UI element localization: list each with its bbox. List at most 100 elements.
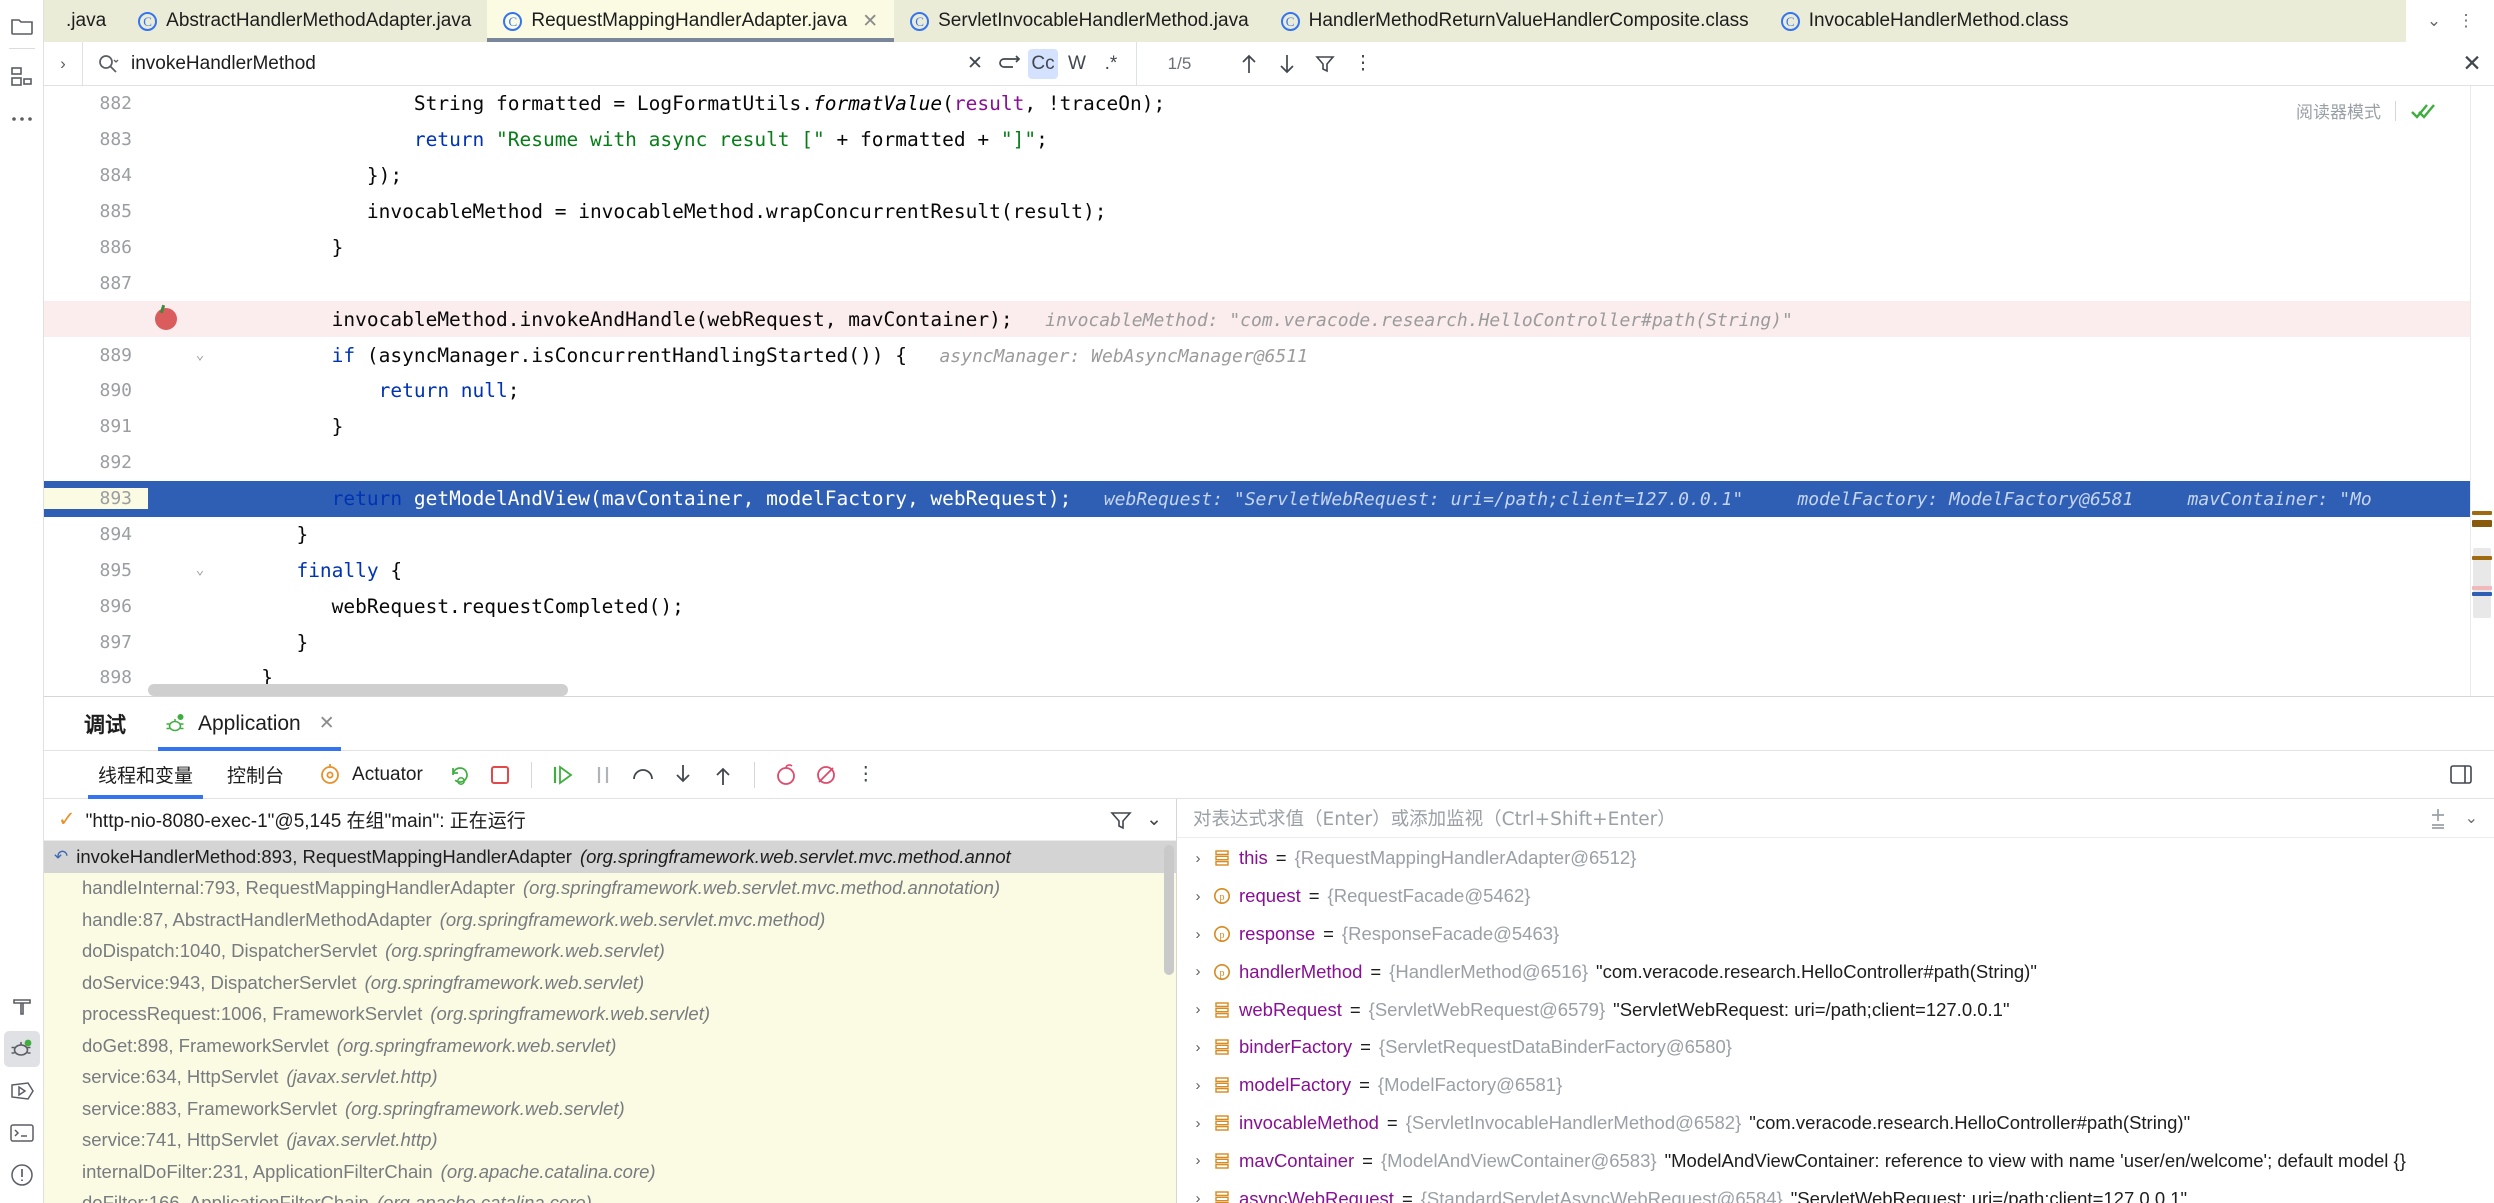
variable-row[interactable]: › asyncWebRequest = {StandardServletAsync… bbox=[1177, 1180, 2494, 1203]
variable-row[interactable]: › webRequest = {ServletWebRequest@6579} "… bbox=[1177, 991, 2494, 1029]
variables-chevron-down-icon[interactable]: ⌄ bbox=[2465, 808, 2478, 828]
variable-row[interactable]: › p handlerMethod = {HandlerMethod@6516} "… bbox=[1177, 953, 2494, 991]
find-input-wrapper[interactable]: invokeHandlerMethod ✕ Cc W .* bbox=[82, 41, 1136, 86]
editor-tab-0[interactable]: .java bbox=[44, 0, 123, 42]
code-text[interactable]: if (asyncManager.isConcurrentHandlingSta… bbox=[226, 344, 2494, 367]
frames-list[interactable]: ↶ invokeHandlerMethod:893, RequestMapping… bbox=[44, 841, 1176, 1203]
find-next-icon[interactable] bbox=[1272, 49, 1302, 79]
variable-row[interactable]: › p response = {ResponseFacade@5463} bbox=[1177, 915, 2494, 953]
regex-toggle[interactable]: .* bbox=[1096, 49, 1126, 79]
tab-options-icon[interactable]: ⋮ bbox=[2452, 7, 2480, 35]
variable-row[interactable]: › this = {RequestMappingHandlerAdapter@65… bbox=[1177, 840, 2494, 878]
debug-subtab-actuator[interactable]: Actuator bbox=[304, 751, 437, 799]
code-line-893[interactable]: 893 return getModelAndView(mavContainer,… bbox=[44, 480, 2494, 517]
problems-icon[interactable] bbox=[4, 1157, 40, 1193]
stack-frame-row[interactable]: handleInternal:793, RequestMappingHandle… bbox=[44, 873, 1176, 905]
code-line-884[interactable]: 884 }); bbox=[44, 158, 2494, 194]
code-text[interactable]: return getModelAndView(mavContainer, mod… bbox=[226, 487, 2494, 510]
stack-frame-row[interactable]: doFilter:166, ApplicationFilterChain (or… bbox=[44, 1188, 1176, 1203]
evaluate-expression-row[interactable]: 对表达式求值（Enter）或添加监视（Ctrl+Shift+Enter） ⌄ bbox=[1177, 799, 2494, 838]
editor-horizontal-scrollbar[interactable] bbox=[148, 684, 568, 696]
mute-breakpoints-icon[interactable] bbox=[809, 758, 843, 792]
close-find-icon[interactable]: ✕ bbox=[2450, 50, 2494, 77]
variable-row[interactable]: › invocableMethod = {ServletInvocableHand… bbox=[1177, 1104, 2494, 1142]
stack-frame-row[interactable]: service:741, HttpServlet (javax.servlet.… bbox=[44, 1125, 1176, 1157]
stack-frame-row[interactable]: doService:943, DispatcherServlet (org.sp… bbox=[44, 967, 1176, 999]
expand-find-icon[interactable]: › bbox=[44, 54, 82, 74]
code-text[interactable]: String formatted = LogFormatUtils.format… bbox=[226, 92, 2494, 115]
editor-tab-3[interactable]: C ServletInvocableHandlerMethod.java bbox=[894, 0, 1265, 42]
thread-chevron-down-icon[interactable]: ⌄ bbox=[1146, 808, 1162, 831]
editor-tab-1[interactable]: C AbstractHandlerMethodAdapter.java bbox=[122, 0, 488, 42]
code-text[interactable]: invocableMethod = invocableMethod.wrapCo… bbox=[226, 200, 2494, 223]
variable-row[interactable]: › mavContainer = {ModelAndViewContainer@6… bbox=[1177, 1142, 2494, 1180]
code-text[interactable]: finally { bbox=[226, 559, 2494, 582]
stack-frame-row[interactable]: doDispatch:1040, DispatcherServlet (org.… bbox=[44, 936, 1176, 968]
stack-frame-row[interactable]: ↶ invokeHandlerMethod:893, RequestMapping… bbox=[44, 841, 1176, 873]
code-line-885[interactable]: 885 invocableMethod = invocableMethod.wr… bbox=[44, 194, 2494, 230]
terminal-icon[interactable] bbox=[4, 1115, 40, 1151]
code-text[interactable]: } bbox=[226, 236, 2494, 259]
clear-search-icon[interactable]: ✕ bbox=[960, 49, 990, 79]
fold-toggle[interactable]: ⌄ bbox=[184, 347, 216, 363]
run-icon[interactable] bbox=[4, 1073, 40, 1109]
project-icon[interactable] bbox=[4, 8, 40, 44]
editor-marker-strip[interactable] bbox=[2470, 86, 2494, 696]
stack-frame-row[interactable]: service:883, FrameworkServlet (org.sprin… bbox=[44, 1093, 1176, 1125]
editor-tab-2[interactable]: C RequestMappingHandlerAdapter.java ✕ bbox=[487, 0, 895, 42]
resume-program-icon[interactable] bbox=[546, 758, 580, 792]
close-tab-icon[interactable]: ✕ bbox=[862, 12, 878, 31]
structure-icon[interactable] bbox=[4, 59, 40, 95]
code-text[interactable]: } bbox=[226, 631, 2494, 654]
debug-more-options-icon[interactable]: ⋮ bbox=[849, 758, 883, 792]
stack-frame-row[interactable]: handle:87, AbstractHandlerMethodAdapter … bbox=[44, 904, 1176, 936]
code-line-883[interactable]: 883 return "Resume with async result [" … bbox=[44, 122, 2494, 158]
code-text[interactable]: } bbox=[226, 523, 2494, 546]
expand-chevron-icon[interactable]: › bbox=[1191, 1039, 1205, 1056]
code-line-887[interactable]: 887 bbox=[44, 265, 2494, 301]
search-history-icon[interactable] bbox=[994, 49, 1024, 79]
expand-chevron-icon[interactable]: › bbox=[1191, 963, 1205, 980]
expand-chevron-icon[interactable]: › bbox=[1191, 888, 1205, 905]
filter-icon[interactable] bbox=[1110, 810, 1132, 830]
expand-chevron-icon[interactable]: › bbox=[1191, 926, 1205, 943]
watch-input[interactable]: 对表达式求值（Enter）或添加监视（Ctrl+Shift+Enter） bbox=[1193, 805, 1676, 831]
code-line-888[interactable]: invocableMethod.invokeAndHandle(webReque… bbox=[44, 301, 2494, 338]
code-line-889[interactable]: 889 ⌄ if (asyncManager.isConcurrentHandli… bbox=[44, 337, 2494, 373]
variable-row[interactable]: › binderFactory = {ServletRequestDataBind… bbox=[1177, 1029, 2494, 1067]
code-line-894[interactable]: 894 } bbox=[44, 517, 2494, 553]
inspections-ok-icon[interactable] bbox=[2410, 100, 2436, 122]
stop-icon[interactable] bbox=[483, 758, 517, 792]
debug-subtab-threads-and-variables[interactable]: 线程和变量 bbox=[84, 751, 207, 799]
rerun-debug-icon[interactable] bbox=[443, 758, 477, 792]
expand-chevron-icon[interactable]: › bbox=[1191, 1115, 1205, 1132]
debug-session-tab-application[interactable]: Application ✕ bbox=[152, 697, 347, 751]
code-line-882[interactable]: 882 String formatted = LogFormatUtils.fo… bbox=[44, 86, 2494, 122]
layout-settings-icon[interactable] bbox=[2444, 758, 2478, 792]
stack-frame-row[interactable]: internalDoFilter:231, ApplicationFilterC… bbox=[44, 1156, 1176, 1188]
find-previous-icon[interactable] bbox=[1234, 49, 1264, 79]
view-breakpoints-icon[interactable] bbox=[769, 758, 803, 792]
variable-row[interactable]: › modelFactory = {ModelFactory@6581} bbox=[1177, 1066, 2494, 1104]
breakpoint-dot[interactable] bbox=[155, 308, 177, 331]
variables-list[interactable]: › this = {RequestMappingHandlerAdapter@65… bbox=[1177, 838, 2494, 1203]
code-line-891[interactable]: 891 } bbox=[44, 409, 2494, 445]
pause-program-icon[interactable] bbox=[586, 758, 620, 792]
more-tool-windows-icon[interactable] bbox=[4, 101, 40, 137]
code-text[interactable]: webRequest.requestCompleted(); bbox=[226, 595, 2494, 618]
thread-selector[interactable]: ✓ "http-nio-8080-exec-1"@5,145 在组"main":… bbox=[44, 799, 1176, 842]
expand-chevron-icon[interactable]: › bbox=[1191, 1152, 1205, 1169]
search-input[interactable]: invokeHandlerMethod bbox=[131, 53, 316, 75]
code-line-886[interactable]: 886 } bbox=[44, 230, 2494, 266]
add-watch-icon[interactable] bbox=[2427, 806, 2449, 830]
filter-icon[interactable] bbox=[1310, 49, 1340, 79]
step-over-icon[interactable] bbox=[626, 758, 660, 792]
expand-chevron-icon[interactable]: › bbox=[1191, 1077, 1205, 1094]
step-out-icon[interactable] bbox=[706, 758, 740, 792]
find-options-icon[interactable]: ⋮ bbox=[1348, 49, 1378, 79]
breakpoint-icon[interactable] bbox=[148, 308, 184, 331]
code-line-895[interactable]: 895 ⌄ finally { bbox=[44, 552, 2494, 588]
variable-row[interactable]: › p request = {RequestFacade@5462} bbox=[1177, 877, 2494, 915]
chevron-down-icon[interactable]: ⌄ bbox=[2420, 7, 2448, 35]
code-text[interactable]: }); bbox=[226, 164, 2494, 187]
